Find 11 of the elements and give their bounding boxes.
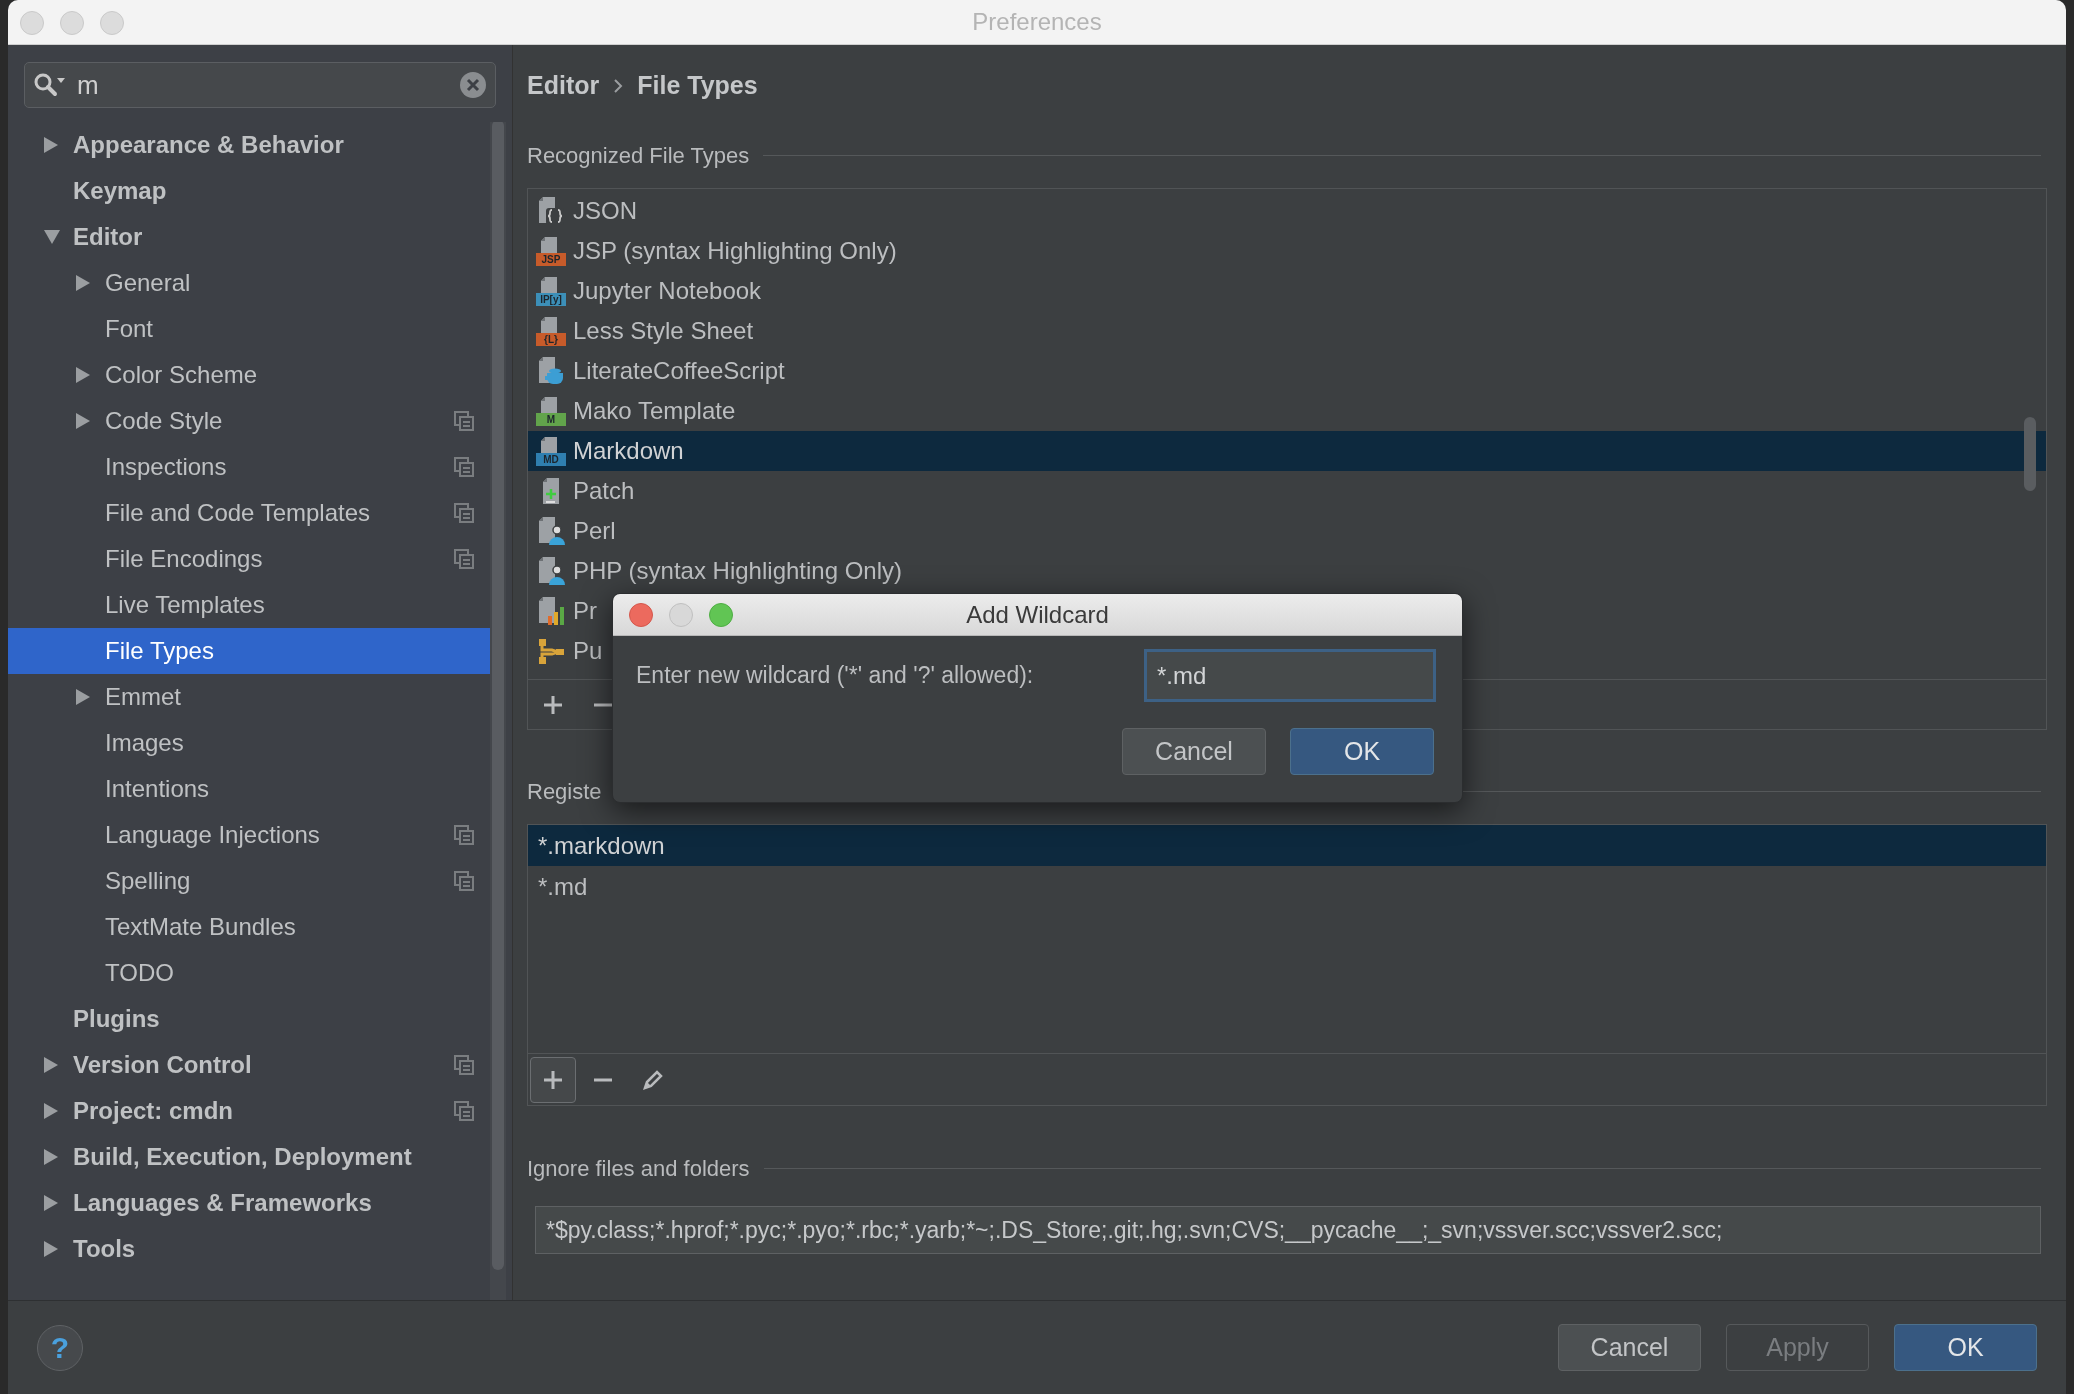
file-type-label: IP[y] bbox=[536, 293, 566, 306]
file-type-label: MD bbox=[536, 453, 566, 466]
window-title: Preferences bbox=[972, 7, 1102, 37]
section-title: Recognized File Types bbox=[527, 141, 750, 170]
dialog-title: Add Wildcard bbox=[966, 599, 1109, 630]
field-label: Enter new wildcard ('*' and '?' allowed): bbox=[636, 661, 1034, 691]
file-type-label: JSP bbox=[536, 253, 566, 266]
section-title: Ignore files and folders bbox=[527, 1154, 750, 1183]
file-type-label: {L} bbox=[536, 333, 566, 346]
file-type-label: M bbox=[536, 413, 566, 426]
section-title: Registe bbox=[527, 777, 602, 806]
